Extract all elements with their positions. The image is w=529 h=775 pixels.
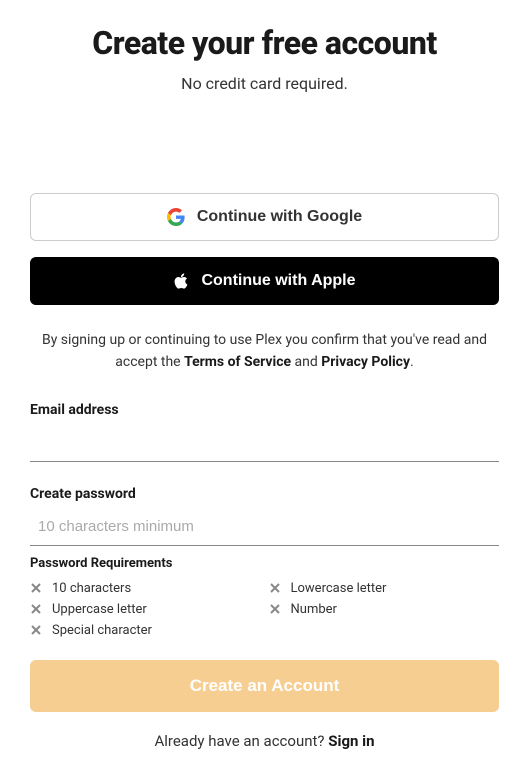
page-subtitle: No credit card required.	[30, 74, 499, 93]
x-icon	[269, 603, 281, 615]
x-icon	[30, 582, 42, 594]
signup-form: Create your free account No credit card …	[0, 0, 529, 750]
email-field[interactable]	[30, 424, 499, 462]
req-special: Special character	[30, 623, 261, 638]
sign-in-link[interactable]: Sign in	[328, 732, 374, 750]
continue-google-label: Continue with Google	[197, 208, 362, 226]
x-icon	[30, 603, 42, 615]
continue-apple-label: Continue with Apple	[201, 272, 355, 290]
password-requirements-list: 10 characters Lowercase letter Uppercase…	[30, 581, 499, 638]
req-lowercase: Lowercase letter	[269, 581, 500, 596]
continue-google-button[interactable]: Continue with Google	[30, 193, 499, 241]
apple-icon	[173, 272, 189, 290]
req-length: 10 characters	[30, 581, 261, 596]
x-icon	[269, 582, 281, 594]
email-label: Email address	[30, 402, 499, 418]
password-requirements-title: Password Requirements	[30, 556, 499, 571]
req-uppercase: Uppercase letter	[30, 602, 261, 617]
terms-of-service-link[interactable]: Terms of Service	[184, 354, 291, 370]
req-number: Number	[269, 602, 500, 617]
signin-prompt: Already have an account? Sign in	[30, 732, 499, 750]
page-title: Create your free account	[30, 24, 499, 62]
legal-text: By signing up or continuing to use Plex …	[30, 329, 499, 374]
google-icon	[167, 208, 185, 226]
create-account-button[interactable]: Create an Account	[30, 660, 499, 712]
x-icon	[30, 624, 42, 636]
password-label: Create password	[30, 486, 499, 502]
password-field[interactable]	[30, 508, 499, 546]
privacy-policy-link[interactable]: Privacy Policy	[321, 354, 410, 370]
continue-apple-button[interactable]: Continue with Apple	[30, 257, 499, 305]
